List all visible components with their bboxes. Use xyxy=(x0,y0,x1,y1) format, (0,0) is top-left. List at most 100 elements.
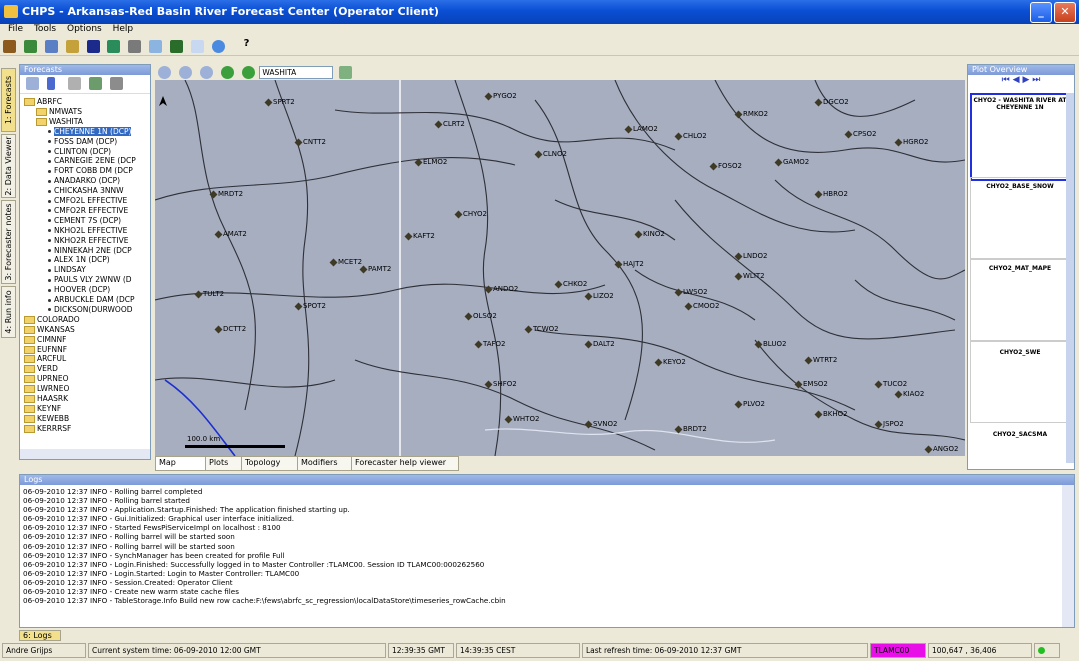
station-marker[interactable]: KEYO2 xyxy=(654,358,686,366)
station-marker[interactable]: CHKO2 xyxy=(554,280,587,288)
station-marker[interactable]: WLIT2 xyxy=(734,272,765,280)
station-marker[interactable]: DGCO2 xyxy=(814,98,849,106)
overview-item-5[interactable]: CHYO2_SACSMA xyxy=(970,431,1070,438)
tree-leaf[interactable]: CMFO2L EFFECTIVE xyxy=(48,196,127,205)
tree-leaf[interactable]: CLINTON (DCP) xyxy=(48,147,111,156)
station-marker[interactable]: KINO2 xyxy=(634,230,665,238)
zoom-out-icon[interactable] xyxy=(178,66,192,79)
station-marker[interactable]: OLSO2 xyxy=(464,312,497,320)
tree-leaf[interactable]: CARNEGIE 2ENE (DCP xyxy=(48,156,136,165)
pause-icon[interactable] xyxy=(86,40,100,53)
station-marker[interactable]: JSPO2 xyxy=(874,420,904,428)
station-marker[interactable]: WHTO2 xyxy=(504,415,539,423)
station-marker[interactable]: CPSO2 xyxy=(844,130,877,138)
tree-leaf[interactable]: CMFO2R EFFECTIVE xyxy=(48,206,128,215)
station-marker[interactable]: TAFO2 xyxy=(474,340,506,348)
side-tab-forecaster-notes[interactable]: 3: Forecaster notes xyxy=(1,200,16,284)
station-marker[interactable]: WTRT2 xyxy=(804,356,837,364)
station-marker[interactable]: RMKO2 xyxy=(734,110,768,118)
overview-item-3[interactable]: CHYO2_MAT_MAPE xyxy=(970,265,1070,272)
forward-icon[interactable] xyxy=(241,66,255,79)
logs-tab[interactable]: 6: Logs xyxy=(19,630,61,641)
tree-leaf[interactable]: PAULS VLY 2WNW (D xyxy=(48,275,132,284)
overview-item-2[interactable]: CHYO2_BASE_SNOW xyxy=(970,183,1070,190)
overview-scrollbar[interactable] xyxy=(1066,93,1074,463)
tree-folder[interactable]: WKANSAS xyxy=(24,325,75,334)
station-marker[interactable]: KIAO2 xyxy=(894,390,924,398)
station-marker[interactable]: BRDT2 xyxy=(674,425,707,433)
last-icon[interactable]: ⏭ xyxy=(1032,75,1040,85)
tab-forecaster-help-viewer[interactable]: Forecaster help viewer xyxy=(351,456,459,471)
chart-icon[interactable] xyxy=(149,40,163,53)
tree-leaf[interactable]: CEMENT 7S (DCP) xyxy=(48,216,121,225)
side-tab-forecasts[interactable]: 1: Forecasts xyxy=(1,68,16,132)
tree-folder[interactable]: VERD xyxy=(24,364,58,374)
home-icon[interactable] xyxy=(3,40,16,53)
tree-leaf[interactable]: ARBUCKLE DAM (DCP xyxy=(48,295,135,304)
station-marker[interactable]: CHLO2 xyxy=(674,132,707,140)
station-marker[interactable]: MCET2 xyxy=(329,258,362,266)
station-marker[interactable]: LIZO2 xyxy=(584,292,614,300)
station-marker[interactable]: GAMO2 xyxy=(774,158,809,166)
settings-icon[interactable] xyxy=(88,77,102,90)
tree-leaf[interactable]: ANADARKO (DCP) xyxy=(48,176,120,185)
help-icon[interactable]: ? xyxy=(244,38,250,49)
overview-item-4[interactable]: CHYO2_SWE xyxy=(970,349,1070,356)
tree-folder[interactable]: ARCFUL xyxy=(24,354,66,364)
station-marker[interactable]: HGRO2 xyxy=(894,138,929,146)
tree-leaf[interactable]: DICKSON(DURWOOD xyxy=(48,305,133,314)
station-marker[interactable]: CNTT2 xyxy=(294,138,326,146)
station-marker[interactable]: TULT2 xyxy=(194,290,224,298)
tree-scrollbar[interactable] xyxy=(20,449,150,459)
tree-leaf[interactable]: FOSS DAM (DCP) xyxy=(48,137,117,146)
station-marker[interactable]: LNDO2 xyxy=(734,252,768,260)
menu-options[interactable]: Options xyxy=(67,24,102,34)
station-marker[interactable]: EMSO2 xyxy=(794,380,828,388)
tree-folder[interactable]: KEYNF xyxy=(24,404,61,413)
tree-icon[interactable] xyxy=(23,40,37,53)
run-icon[interactable] xyxy=(46,77,55,90)
log-scrollbar[interactable] xyxy=(1062,485,1074,627)
tree-leaf[interactable]: NINNEKAH 2NE (DCP xyxy=(48,246,132,255)
menu-help[interactable]: Help xyxy=(113,24,134,34)
tab-modifiers[interactable]: Modifiers xyxy=(297,456,357,471)
station-marker[interactable]: ANGO2 xyxy=(924,445,958,453)
station-marker[interactable]: CLNO2 xyxy=(534,150,567,158)
station-marker[interactable]: DALT2 xyxy=(584,340,615,348)
station-marker[interactable]: DCTT2 xyxy=(214,325,246,333)
station-marker[interactable]: CMOO2 xyxy=(684,302,719,310)
tree-leaf[interactable]: ALEX 1N (DCP) xyxy=(48,255,110,264)
window-icon[interactable] xyxy=(190,40,204,53)
station-marker[interactable]: BLUO2 xyxy=(754,340,786,348)
tree-folder[interactable]: COLORADO xyxy=(24,315,80,324)
clock-icon[interactable] xyxy=(109,77,123,90)
station-marker[interactable]: ANDO2 xyxy=(484,285,518,293)
station-marker[interactable]: SPOT2 xyxy=(294,302,326,310)
tree-folder[interactable]: UPRNEO xyxy=(24,374,68,384)
tree-leaf[interactable]: CHEYENNE 1N (DCP) xyxy=(48,126,132,136)
tree-leaf[interactable]: CHICKASHA 3NNW xyxy=(48,186,124,195)
refresh-icon[interactable] xyxy=(67,77,81,90)
menu-tools[interactable]: Tools xyxy=(34,24,56,34)
tree-leaf[interactable]: HOOVER (DCP) xyxy=(48,285,110,294)
station-marker[interactable]: HBRO2 xyxy=(814,190,848,198)
overview-item-1[interactable]: CHYO2 - WASHITA RIVER AT CHEYENNE 1N xyxy=(970,97,1070,111)
basin-select[interactable]: WASHITA xyxy=(259,66,334,79)
side-tab-run-info[interactable]: 4: Run info xyxy=(1,286,16,338)
minimize-button[interactable]: _ xyxy=(1030,2,1052,23)
map-view[interactable]: 100.0 km SPRT2 DGCO2 PYGO2 CLRT2 RMKO2 CHLO2 L… xyxy=(155,80,965,456)
station-marker[interactable]: ELMO2 xyxy=(414,158,447,166)
tree-leaf[interactable]: NKHO2R EFFECTIVE xyxy=(48,236,128,245)
station-marker[interactable]: MRDT2 xyxy=(209,190,243,198)
table-icon[interactable] xyxy=(44,40,58,53)
tab-topology[interactable]: Topology xyxy=(241,456,303,471)
station-marker[interactable]: AMAT2 xyxy=(214,230,247,238)
station-marker[interactable]: LAMO2 xyxy=(624,125,658,133)
station-marker[interactable]: FOSO2 xyxy=(709,162,742,170)
tree-folder[interactable]: KERRRSF xyxy=(24,424,71,433)
station-marker[interactable]: SVNO2 xyxy=(584,420,617,428)
station-marker[interactable]: PLVO2 xyxy=(734,400,765,408)
tree-folder[interactable]: CIMNNF xyxy=(24,335,66,344)
tree-folder[interactable]: EUFNNF xyxy=(24,345,67,354)
back-icon[interactable] xyxy=(220,66,234,79)
